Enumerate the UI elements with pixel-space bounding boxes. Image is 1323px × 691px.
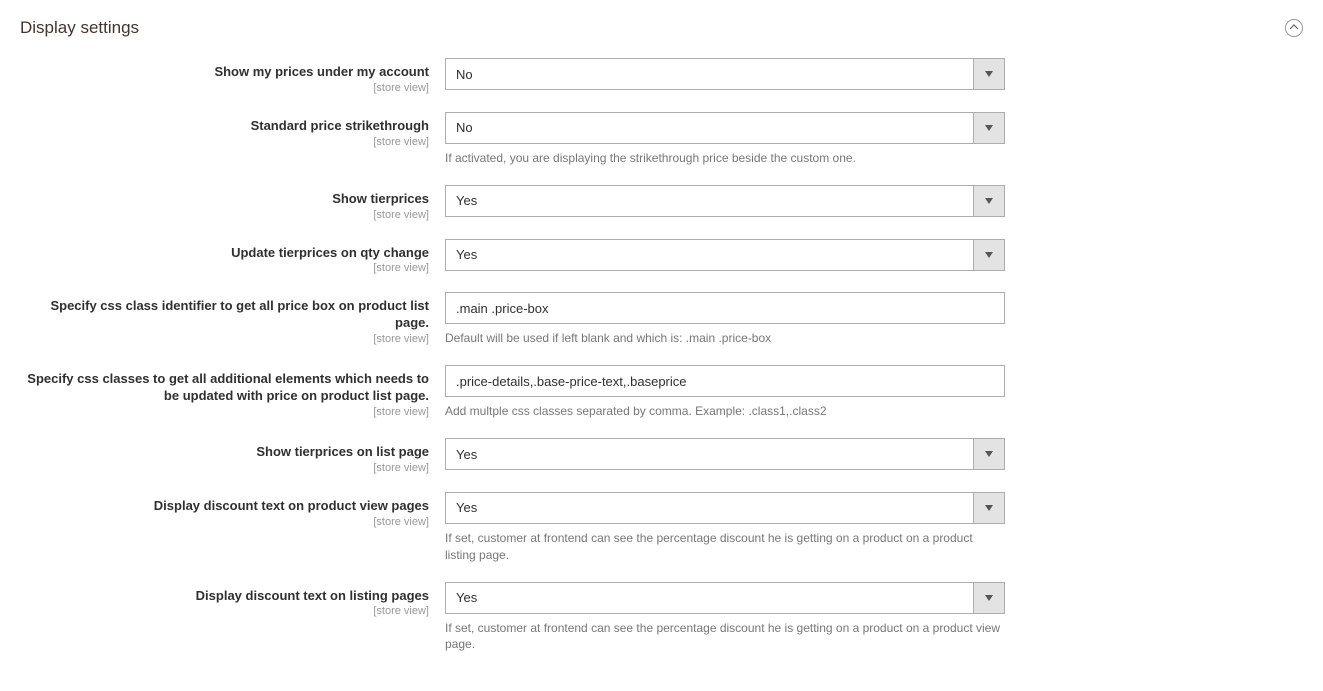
- scope-label: [store view]: [20, 262, 429, 274]
- scope-label: [store view]: [20, 406, 429, 418]
- input-col: Yes: [445, 185, 1005, 217]
- field-row-css-additional: Specify css classes to get all additiona…: [20, 365, 1303, 420]
- chevron-down-icon[interactable]: [973, 112, 1005, 144]
- field-row-discount-view: Display discount text on product view pa…: [20, 492, 1303, 564]
- field-label: Show tierprices on list page: [256, 444, 429, 459]
- section-title: Display settings: [20, 18, 139, 38]
- chevron-down-icon[interactable]: [973, 582, 1005, 614]
- scope-label: [store view]: [20, 516, 429, 528]
- input-col: Yes: [445, 239, 1005, 271]
- select-value[interactable]: Yes: [445, 239, 973, 271]
- field-row-update-tierprices: Update tierprices on qty change [store v…: [20, 239, 1303, 275]
- help-text: If activated, you are displaying the str…: [445, 150, 1005, 167]
- section-header: Display settings: [0, 0, 1323, 48]
- label-col: Update tierprices on qty change [store v…: [20, 239, 445, 275]
- select-value[interactable]: No: [445, 58, 973, 90]
- select-value[interactable]: Yes: [445, 438, 973, 470]
- scope-label: [store view]: [20, 136, 429, 148]
- chevron-down-icon[interactable]: [973, 438, 1005, 470]
- field-label: Update tierprices on qty change: [231, 245, 429, 260]
- help-text: Default will be used if left blank and w…: [445, 330, 1005, 347]
- chevron-down-icon[interactable]: [973, 185, 1005, 217]
- field-label: Display discount text on product view pa…: [154, 498, 429, 513]
- label-col: Display discount text on listing pages […: [20, 582, 445, 618]
- select-tierprices-list[interactable]: Yes: [445, 438, 1005, 470]
- chevron-down-icon[interactable]: [973, 58, 1005, 90]
- help-text: Add multple css classes separated by com…: [445, 403, 1005, 420]
- help-text: If set, customer at frontend can see the…: [445, 620, 1005, 654]
- scope-label: [store view]: [20, 462, 429, 474]
- field-row-css-pricebox: Specify css class identifier to get all …: [20, 292, 1303, 347]
- input-col: Default will be used if left blank and w…: [445, 292, 1005, 347]
- select-show-prices[interactable]: No: [445, 58, 1005, 90]
- select-show-tierprices[interactable]: Yes: [445, 185, 1005, 217]
- label-col: Show my prices under my account [store v…: [20, 58, 445, 94]
- label-col: Specify css class identifier to get all …: [20, 292, 445, 345]
- label-col: Show tierprices on list page [store view…: [20, 438, 445, 474]
- form-container: Show my prices under my account [store v…: [0, 48, 1323, 691]
- field-label: Standard price strikethrough: [251, 118, 429, 133]
- select-value[interactable]: Yes: [445, 492, 973, 524]
- field-label: Show tierprices: [332, 191, 429, 206]
- chevron-down-icon[interactable]: [973, 239, 1005, 271]
- input-css-additional[interactable]: [445, 365, 1005, 397]
- field-row-tierprices-list: Show tierprices on list page [store view…: [20, 438, 1303, 474]
- field-row-strikethrough: Standard price strikethrough [store view…: [20, 112, 1303, 167]
- input-col: No: [445, 58, 1005, 90]
- scope-label: [store view]: [20, 333, 429, 345]
- scope-label: [store view]: [20, 209, 429, 221]
- field-label: Specify css class identifier to get all …: [50, 298, 429, 330]
- select-discount-view[interactable]: Yes: [445, 492, 1005, 524]
- input-col: Yes: [445, 438, 1005, 470]
- label-col: Show tierprices [store view]: [20, 185, 445, 221]
- input-col: Yes If set, customer at frontend can see…: [445, 492, 1005, 564]
- scope-label: [store view]: [20, 605, 429, 617]
- select-strikethrough[interactable]: No: [445, 112, 1005, 144]
- chevron-down-icon[interactable]: [973, 492, 1005, 524]
- collapse-toggle-icon[interactable]: [1285, 19, 1303, 37]
- select-update-tierprices[interactable]: Yes: [445, 239, 1005, 271]
- field-label: Specify css classes to get all additiona…: [27, 371, 429, 403]
- field-row-discount-listing: Display discount text on listing pages […: [20, 582, 1303, 654]
- field-label: Display discount text on listing pages: [196, 588, 429, 603]
- label-col: Specify css classes to get all additiona…: [20, 365, 445, 418]
- input-css-pricebox[interactable]: [445, 292, 1005, 324]
- select-discount-listing[interactable]: Yes: [445, 582, 1005, 614]
- label-col: Standard price strikethrough [store view…: [20, 112, 445, 148]
- select-value[interactable]: Yes: [445, 582, 973, 614]
- help-text: If set, customer at frontend can see the…: [445, 530, 1005, 564]
- field-row-show-prices: Show my prices under my account [store v…: [20, 58, 1303, 94]
- field-row-show-tierprices: Show tierprices [store view] Yes: [20, 185, 1303, 221]
- input-col: No If activated, you are displaying the …: [445, 112, 1005, 167]
- label-col: Display discount text on product view pa…: [20, 492, 445, 528]
- input-col: Add multple css classes separated by com…: [445, 365, 1005, 420]
- field-label: Show my prices under my account: [214, 64, 429, 79]
- select-value[interactable]: No: [445, 112, 973, 144]
- select-value[interactable]: Yes: [445, 185, 973, 217]
- input-col: Yes If set, customer at frontend can see…: [445, 582, 1005, 654]
- scope-label: [store view]: [20, 82, 429, 94]
